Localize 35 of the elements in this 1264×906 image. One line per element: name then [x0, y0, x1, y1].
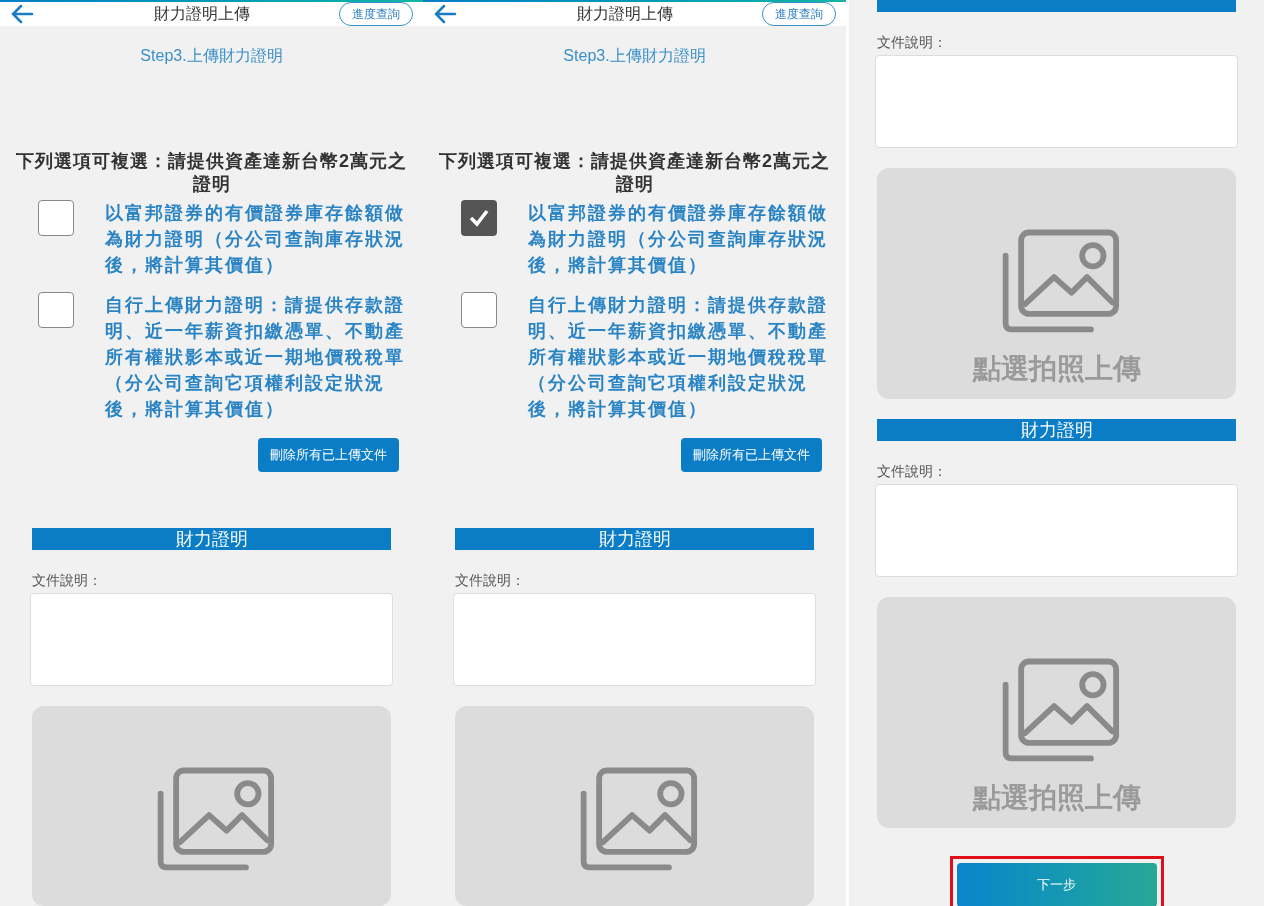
next-step-button[interactable]: 下一步	[956, 863, 1157, 906]
back-arrow-icon[interactable]	[433, 4, 457, 24]
prompt-text: 下列選項可複選：請提供資產達新台幣2萬元之證明	[15, 150, 408, 196]
page-title: 財力證明上傳	[575, 4, 674, 24]
field-label: 文件說明：	[877, 33, 948, 52]
description-field[interactable]	[30, 593, 393, 686]
upload-area[interactable]	[32, 706, 391, 906]
field-label: 文件說明：	[455, 571, 526, 590]
step-title: Step3.上傳財力證明	[562, 46, 707, 66]
delete-uploads-button[interactable]: 刪除所有已上傳文件	[258, 438, 399, 472]
description-field[interactable]	[875, 55, 1238, 148]
checkbox[interactable]	[461, 292, 497, 328]
upload-caption: 點選拍照上傳	[972, 781, 1141, 815]
option-text: 以富邦證券的有價證券庫存餘額做為財力證明（分公司查詢庫存狀況後，將計算其價值）	[105, 202, 406, 277]
checkbox[interactable]	[38, 200, 74, 236]
check-icon	[468, 207, 490, 229]
delete-uploads-button[interactable]: 刪除所有已上傳文件	[681, 438, 822, 472]
back-arrow-icon[interactable]	[10, 4, 34, 24]
option-text: 以富邦證券的有價證券庫存餘額做為財力證明（分公司查詢庫存狀況後，將計算其價值）	[528, 202, 829, 277]
description-field[interactable]	[453, 593, 816, 686]
page-title: 財力證明上傳	[152, 4, 251, 24]
option-text: 自行上傳財力證明：請提供存款證明、近一年薪資扣繳憑單、不動產所有權狀影本或近一期地價稅稅單（分公司查詢它項權利設定狀況後，將計算其價值）	[528, 294, 829, 421]
upload-area[interactable]	[455, 706, 814, 906]
step-title: Step3.上傳財力證明	[139, 46, 284, 66]
upload-caption: 點選拍照上傳	[972, 352, 1141, 386]
checkbox[interactable]	[461, 200, 497, 236]
section-title-bar: 財力證明	[32, 528, 391, 550]
option-text: 自行上傳財力證明：請提供存款證明、近一年薪資扣繳憑單、不動產所有權狀影本或近一期地價稅稅單（分公司查詢它項權利設定狀況後，將計算其價值）	[105, 294, 406, 421]
checkbox[interactable]	[38, 292, 74, 328]
field-label: 文件說明：	[877, 462, 948, 481]
section-title-bar: 財力證明	[455, 528, 814, 550]
description-field[interactable]	[875, 484, 1238, 577]
section-title-bar: 財力證明	[877, 419, 1236, 441]
field-label: 文件說明：	[32, 571, 103, 590]
prompt-text: 下列選項可複選：請提供資產達新台幣2萬元之證明	[438, 150, 831, 196]
